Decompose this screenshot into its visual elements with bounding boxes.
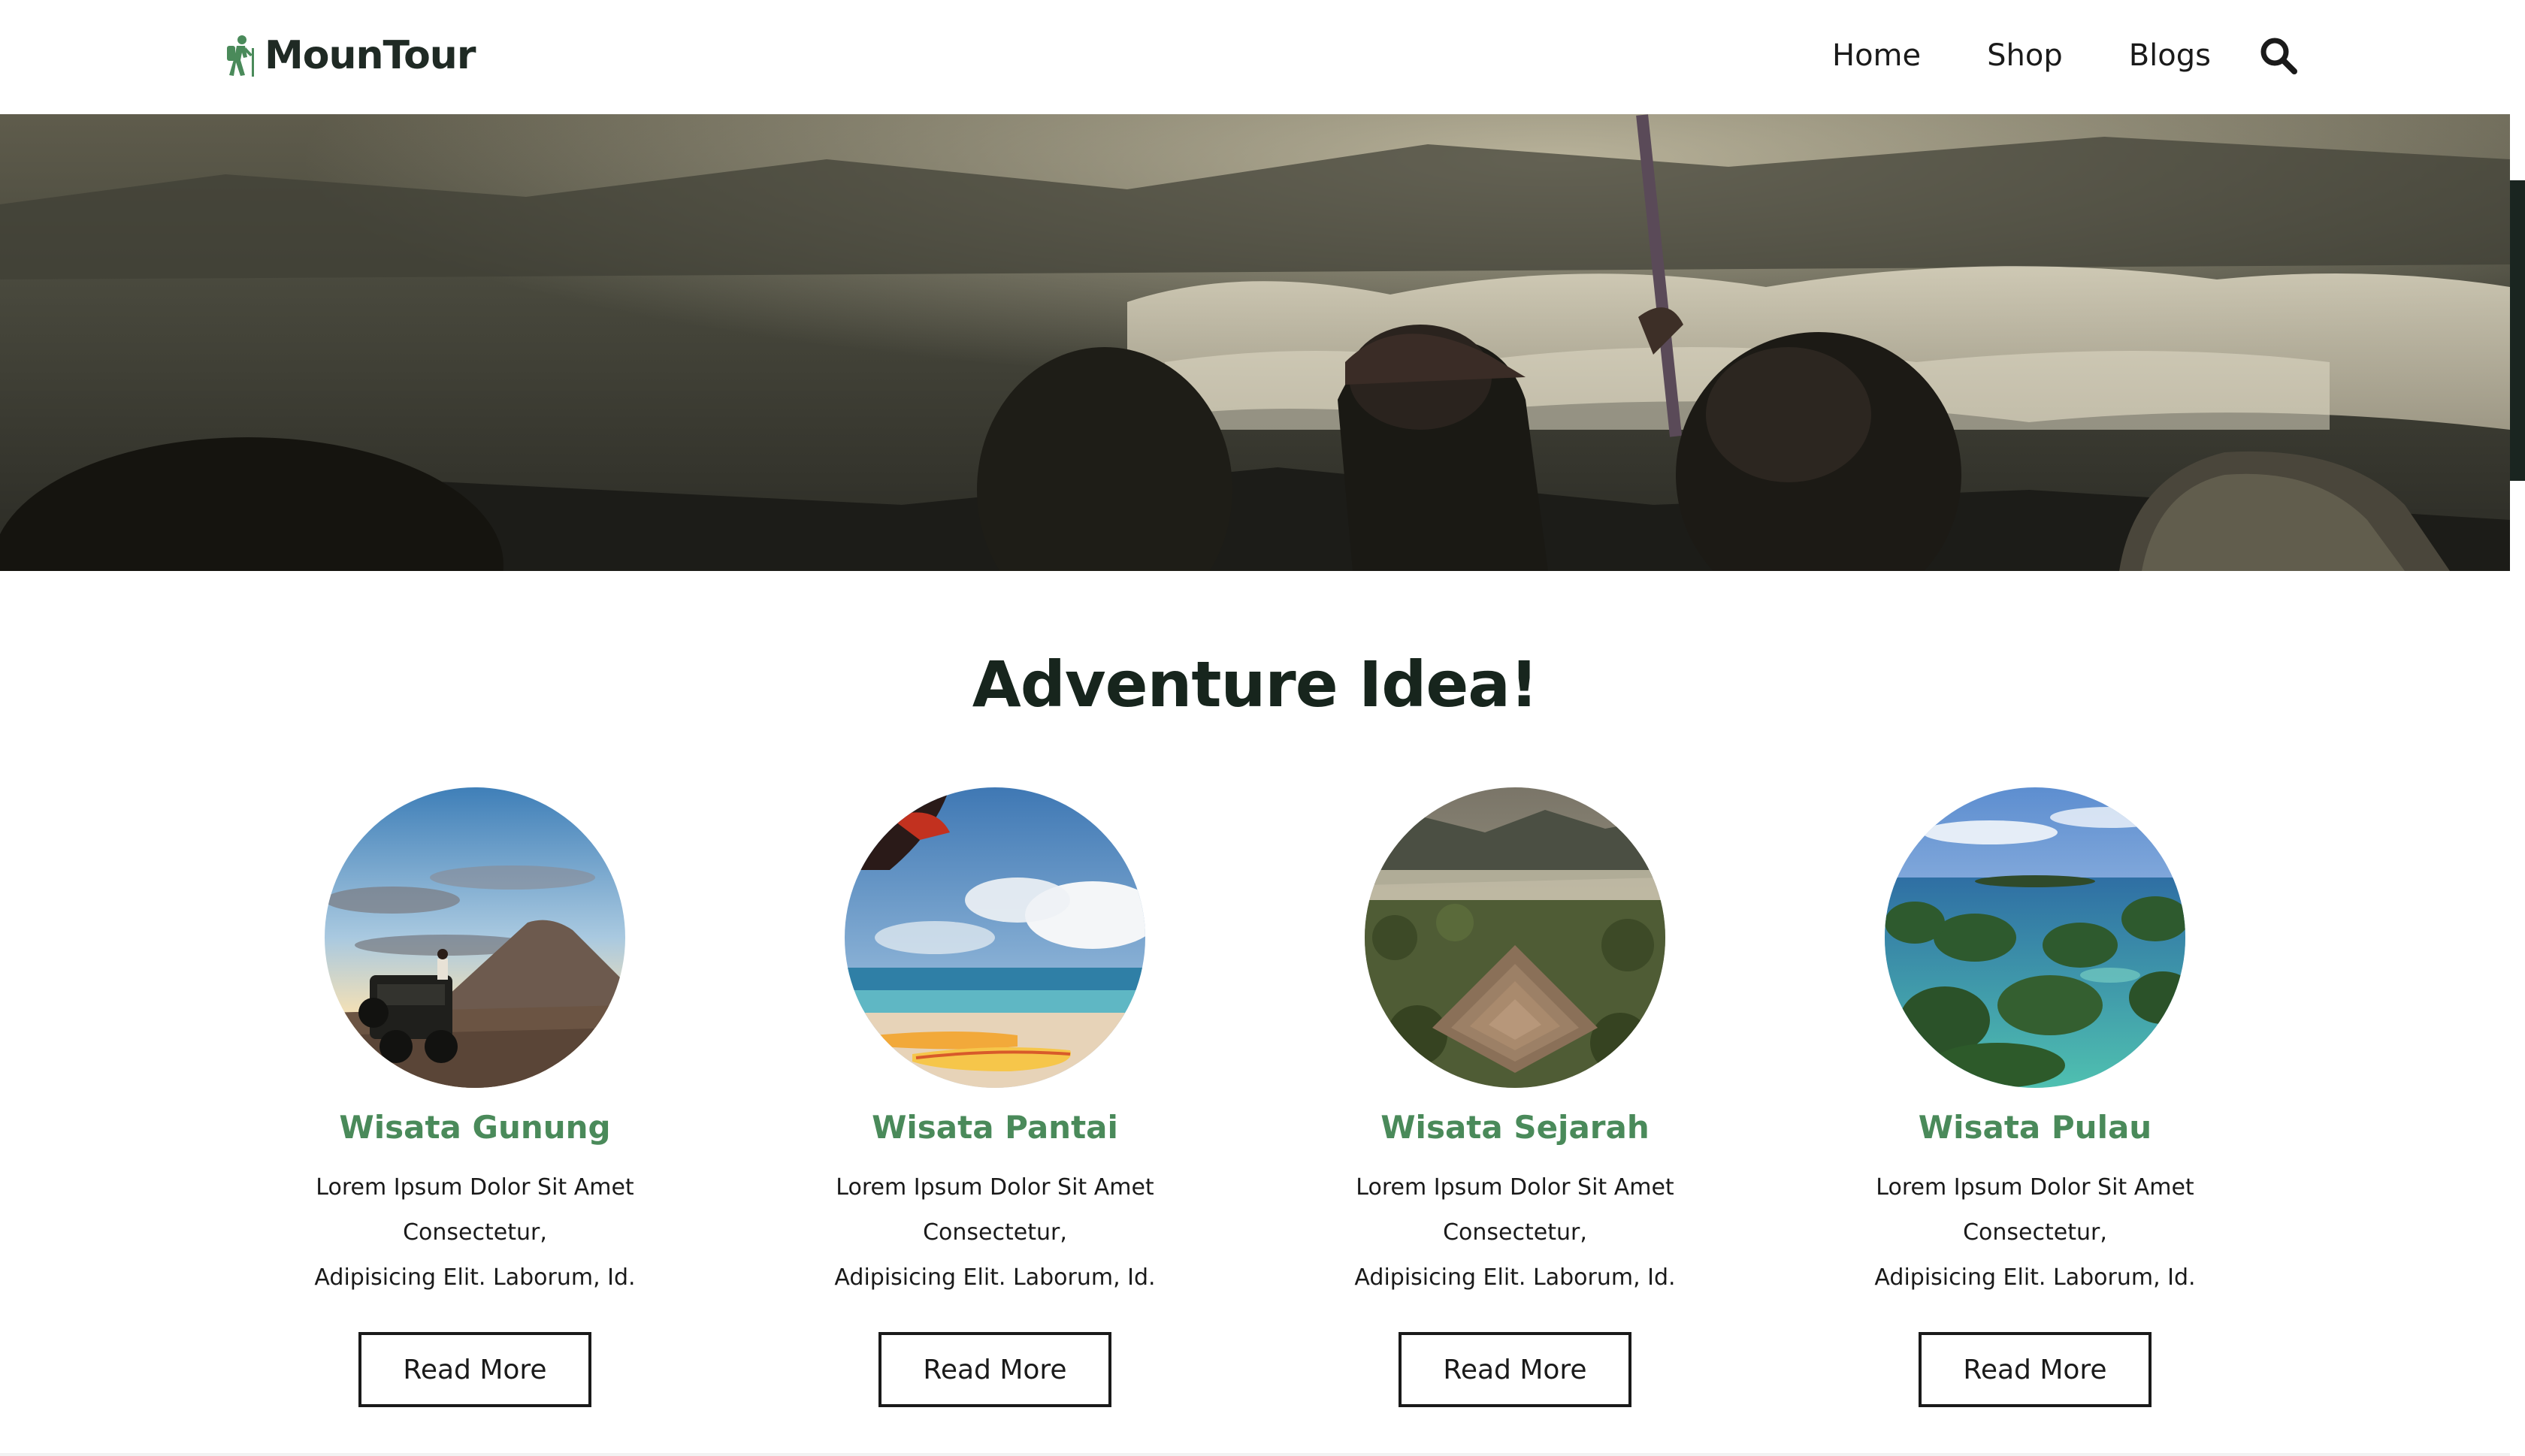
logo-link[interactable]: MounTour (224, 27, 476, 84)
card-wisata-gunung: Wisata Gunung Lorem Ipsum Dolor Sit Amet… (242, 787, 708, 1407)
hero-image (0, 114, 2510, 571)
card-text-line-1: Lorem Ipsum Dolor Sit Amet Consectetur, (1356, 1174, 1674, 1246)
site-header: MounTour Home Shop Blogs (0, 0, 2525, 114)
read-more-button[interactable]: Read More (1919, 1332, 2152, 1407)
card-wisata-sejarah: Wisata Sejarah Lorem Ipsum Dolor Sit Ame… (1282, 787, 1748, 1407)
card-text-line-1: Lorem Ipsum Dolor Sit Amet Consectetur, (836, 1174, 1154, 1246)
card-wisata-pantai: Wisata Pantai Lorem Ipsum Dolor Sit Amet… (762, 787, 1228, 1407)
card-text-line-1: Lorem Ipsum Dolor Sit Amet Consectetur, (316, 1174, 634, 1246)
read-more-button[interactable]: Read More (1399, 1332, 1631, 1407)
card-image-islands (1885, 787, 2185, 1088)
card-image-mountain (325, 787, 625, 1088)
search-icon (2260, 38, 2297, 74)
section-divider (0, 1453, 2510, 1456)
card-title: Wisata Pantai (872, 1109, 1118, 1146)
card-text-line-2: Adipisicing Elit. Laborum, Id. (1874, 1264, 2196, 1291)
read-more-button[interactable]: Read More (878, 1332, 1111, 1407)
card-wisata-pulau: Wisata Pulau Lorem Ipsum Dolor Sit Amet … (1802, 787, 2268, 1407)
search-button[interactable] (2257, 35, 2300, 77)
card-image-beach (845, 787, 1145, 1088)
card-title: Wisata Pulau (1918, 1109, 2152, 1146)
section-title: Adventure Idea! (972, 648, 1539, 721)
card-title: Wisata Gunung (339, 1109, 611, 1146)
card-description: Lorem Ipsum Dolor Sit Amet Consectetur, … (242, 1165, 708, 1300)
card-text-line-1: Lorem Ipsum Dolor Sit Amet Consectetur, (1876, 1174, 2194, 1246)
card-title: Wisata Sejarah (1380, 1109, 1650, 1146)
logo-text: MounTour (265, 33, 476, 78)
main-nav: Home Shop Blogs (1832, 27, 2300, 84)
card-image-temple (1365, 787, 1665, 1088)
hiker-icon (227, 35, 254, 77)
card-text-line-2: Adipisicing Elit. Laborum, Id. (314, 1264, 636, 1291)
nav-home[interactable]: Home (1832, 38, 1921, 73)
hero-banner (0, 114, 2510, 571)
card-text-line-2: Adipisicing Elit. Laborum, Id. (834, 1264, 1156, 1291)
scrollbar-thumb[interactable] (2510, 180, 2525, 481)
card-description: Lorem Ipsum Dolor Sit Amet Consectetur, … (762, 1165, 1228, 1300)
card-text-line-2: Adipisicing Elit. Laborum, Id. (1354, 1264, 1676, 1291)
nav-shop[interactable]: Shop (1987, 38, 2063, 73)
read-more-button[interactable]: Read More (358, 1332, 591, 1407)
card-description: Lorem Ipsum Dolor Sit Amet Consectetur, … (1282, 1165, 1748, 1300)
card-description: Lorem Ipsum Dolor Sit Amet Consectetur, … (1802, 1165, 2268, 1300)
nav-blogs[interactable]: Blogs (2129, 38, 2211, 73)
